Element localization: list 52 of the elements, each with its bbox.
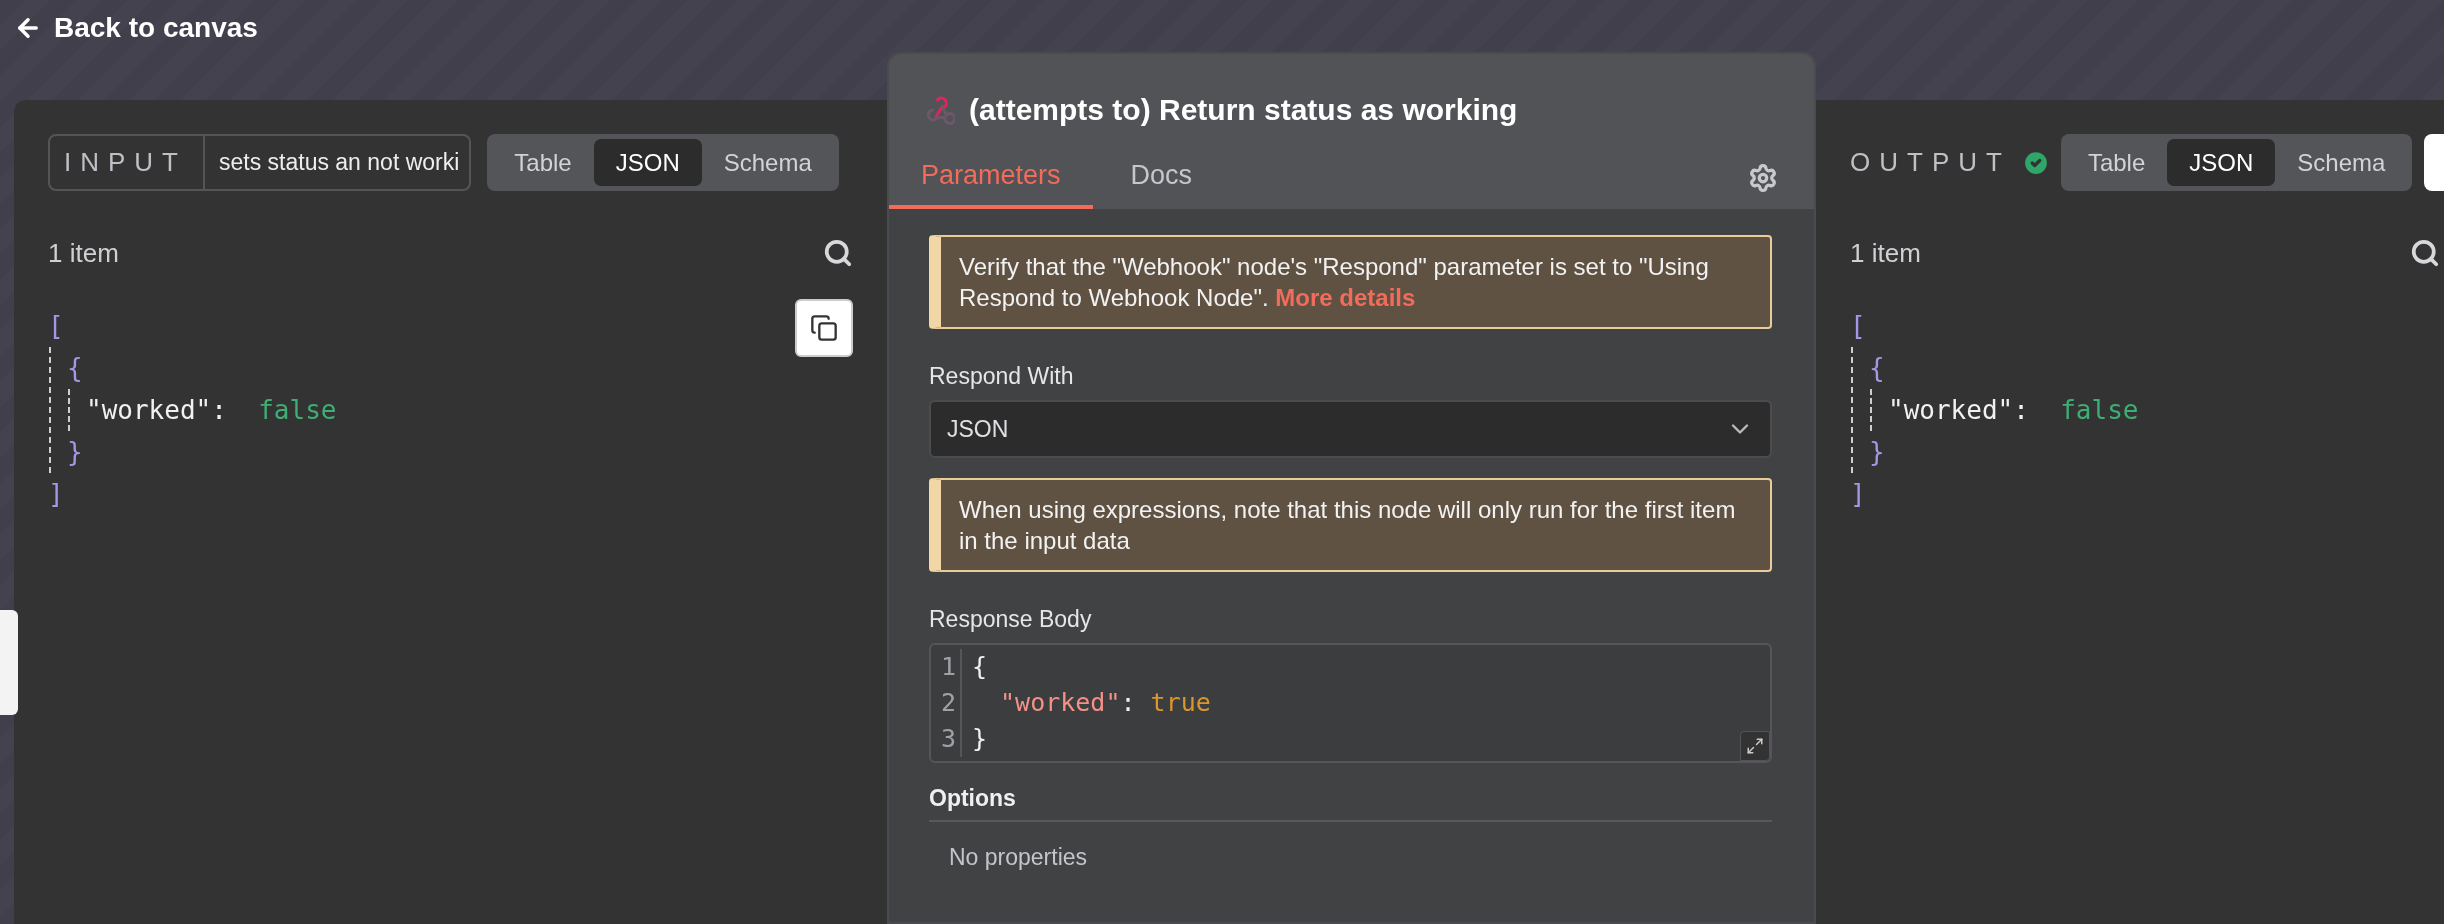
side-handle[interactable] [0, 610, 18, 715]
expand-arrow-icon [1746, 737, 1764, 755]
json-bracket: } [1869, 436, 1885, 469]
json-bracket: ] [48, 478, 64, 511]
json-line: "worked": false [1888, 394, 2139, 427]
line-number: 1 [941, 651, 957, 683]
gear-icon [1748, 163, 1778, 193]
panel-tab[interactable]: Docs [1098, 160, 1225, 209]
field-label: Respond With [929, 363, 1075, 390]
section-title: Options [929, 785, 1772, 822]
notice-text: Verify that the "Webhook" node's "Respond" parameter is set to "Using Respond to Webhook Node". More details [929, 235, 1772, 329]
view-tab[interactable]: JSON [593, 139, 702, 186]
search-icon-glyph [2410, 238, 2440, 268]
code-line: "worked": true [999, 687, 1211, 719]
json-bracket: ] [1850, 478, 1866, 511]
item-count: 1 item [1850, 237, 1921, 269]
view-tab[interactable]: Table [492, 139, 594, 186]
code-line: { [972, 651, 988, 683]
view-tab[interactable]: Schema [2275, 139, 2408, 186]
line-number: 2 [941, 687, 957, 719]
view-tab[interactable]: Table [2065, 139, 2168, 186]
expand-icon[interactable] [1740, 731, 1770, 761]
line-number: 3 [941, 723, 957, 755]
copy-icon [810, 314, 838, 342]
node-selector[interactable]: INPUT sets status an not worki [48, 134, 472, 191]
item-count: 1 item [48, 237, 119, 269]
webhook-icon [925, 95, 955, 125]
settings-icon[interactable] [1748, 163, 1778, 193]
notice-text: When using expressions, note that this node will only run for the first item in the input data [929, 478, 1772, 572]
node-title: (attempts to) Return status as working [969, 93, 1518, 127]
json-line: "worked": false [86, 394, 337, 427]
panel-title: OUTPUT [1850, 147, 2011, 178]
json-bracket: [ [48, 310, 64, 343]
search-icon-glyph [823, 238, 853, 268]
node-select-field[interactable]: sets status an not worki [205, 136, 470, 189]
json-bracket: { [67, 352, 83, 385]
back-link[interactable]: Back to canvas [14, 12, 258, 44]
json-bracket: { [1869, 352, 1885, 385]
copy-button[interactable] [795, 299, 853, 357]
code-editor[interactable]: 1 2 3 { "worked": true } [929, 643, 1772, 763]
search-icon[interactable] [823, 238, 853, 268]
code-line: } [972, 723, 988, 755]
search-icon[interactable] [2410, 238, 2440, 268]
respond-with-dropdown[interactable]: JSON [929, 400, 1772, 458]
cut-off-button[interactable] [2424, 134, 2444, 191]
view-tab[interactable]: Schema [701, 139, 834, 186]
view-tab[interactable]: JSON [2167, 139, 2276, 186]
json-bracket: } [67, 436, 83, 469]
field-label: Response Body [929, 606, 1093, 633]
panel-title: INPUT [50, 136, 205, 189]
json-bracket: [ [1850, 310, 1866, 343]
empty-text: No properties [949, 844, 1089, 871]
